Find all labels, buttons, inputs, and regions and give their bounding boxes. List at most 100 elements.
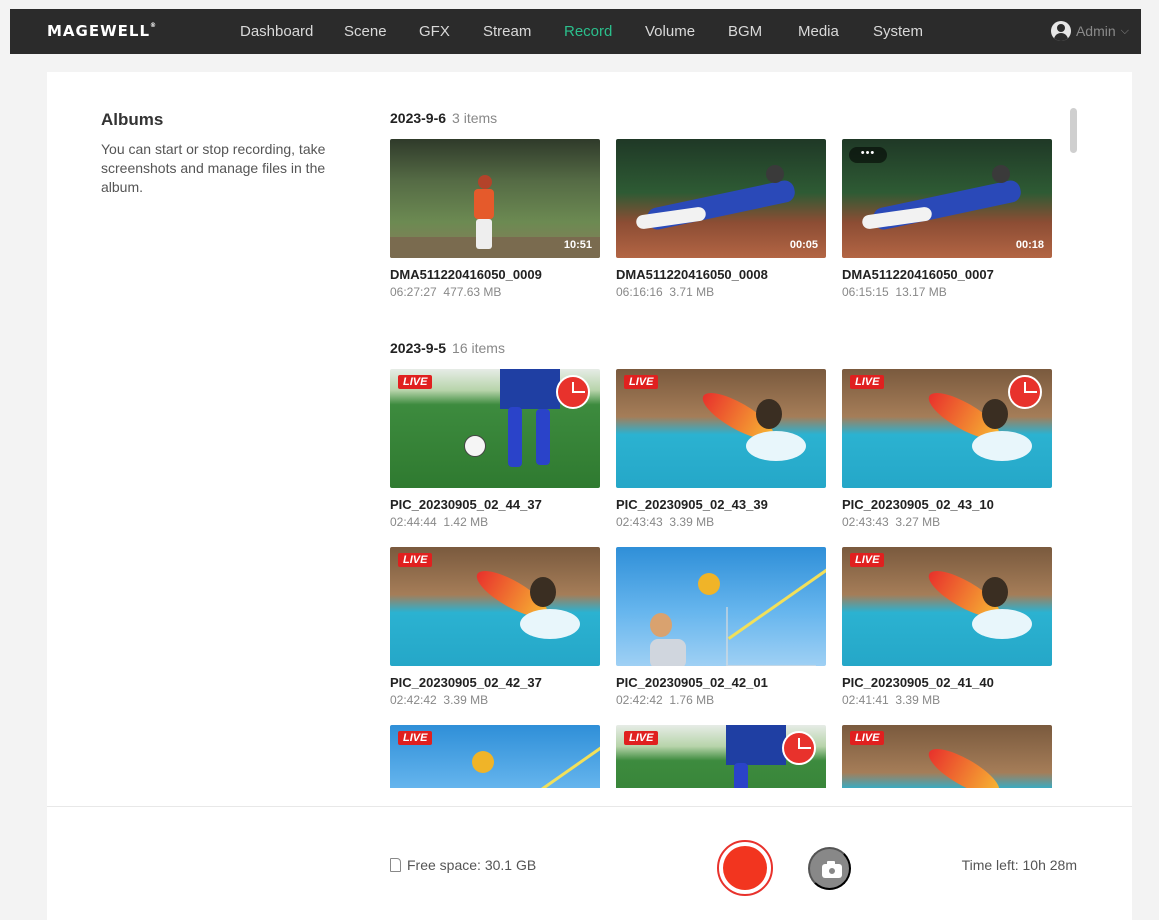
item-meta: 02:42:42 3.39 MB xyxy=(390,693,600,707)
player-leg xyxy=(734,763,748,788)
record-panel: Albums You can start or stop recording, … xyxy=(47,72,1132,920)
item-time: 02:42:42 xyxy=(390,693,437,707)
magewell-logo[interactable]: MAGEWELL® xyxy=(47,22,157,40)
live-badge: LIVE xyxy=(624,731,659,745)
sd-card-icon xyxy=(390,858,401,872)
clock-icon xyxy=(1008,375,1042,409)
group-count: 16 items xyxy=(452,340,505,356)
video-thumbnail[interactable]: ••• 00:18 xyxy=(842,139,1052,258)
item-time: 02:41:41 xyxy=(842,693,889,707)
picture-thumbnail[interactable]: LIVE xyxy=(390,369,600,488)
album-item-picture[interactable]: LIVE xyxy=(616,725,826,788)
camera-body xyxy=(822,864,842,878)
item-meta: 06:27:27 477.63 MB xyxy=(390,285,600,299)
nav-dashboard[interactable]: Dashboard xyxy=(240,23,313,40)
albums-description: You can start or stop recording, take sc… xyxy=(101,141,326,195)
album-item-picture[interactable]: LIVE PIC_20230905_02_41_40 02:41:41 3.39… xyxy=(842,547,1052,707)
logo-text: MAGEWELL xyxy=(47,22,151,40)
record-button[interactable] xyxy=(717,840,773,896)
video-thumbnail[interactable]: 00:05 xyxy=(616,139,826,258)
live-badge: LIVE xyxy=(398,375,433,389)
picture-thumbnail[interactable]: LIVE xyxy=(842,369,1052,488)
item-size: 1.42 MB xyxy=(443,515,489,529)
player-legs xyxy=(476,219,492,249)
albums-title: Albums xyxy=(101,110,164,129)
nav-stream[interactable]: Stream xyxy=(483,23,531,40)
user-avatar-icon xyxy=(1050,21,1071,41)
group-date: 2023-9-5 xyxy=(390,340,447,356)
net-top xyxy=(501,735,600,788)
clock-icon xyxy=(556,375,590,409)
volleyball xyxy=(698,573,720,595)
group-date: 2023-9-6 xyxy=(390,110,447,126)
album-list[interactable]: 2023-9-6 3 items 10:51 DMA511220416050_00… xyxy=(390,102,1070,788)
album-item-picture[interactable]: LIVE PIC_20230905_02_43_39 02:43:43 3.39… xyxy=(616,369,826,529)
item-time: 06:27:27 xyxy=(390,285,437,299)
player-head xyxy=(766,165,784,183)
video-duration: 00:05 xyxy=(789,239,818,251)
album-item-video[interactable]: ••• 00:18 DMA511220416050_0007 06:15:15 … xyxy=(842,139,1052,299)
album-item-picture[interactable]: PIC_20230905_02_42_01 02:42:42 1.76 MB xyxy=(616,547,826,707)
item-time: 02:43:43 xyxy=(842,515,889,529)
screenshot-button[interactable] xyxy=(808,847,851,890)
item-name: PIC_20230905_02_42_37 xyxy=(390,675,542,690)
player-shorts xyxy=(726,725,786,765)
album-item-video[interactable]: 10:51 DMA511220416050_0009 06:27:27 477.… xyxy=(390,139,600,299)
album-item-picture[interactable]: LIVE PIC_20230905_02_42_37 02:42:42 3.39… xyxy=(390,547,600,707)
footer-divider xyxy=(47,806,1132,807)
item-time: 02:42:42 xyxy=(616,693,663,707)
net-mesh xyxy=(726,607,816,666)
picture-thumbnail[interactable]: LIVE xyxy=(616,369,826,488)
album-item-picture[interactable]: LIVE PIC_20230905_02_43_10 02:43:43 3.27… xyxy=(842,369,1052,529)
video-duration: 00:18 xyxy=(1015,239,1044,251)
picture-thumbnail[interactable]: LIVE xyxy=(616,725,826,788)
nav-media[interactable]: Media xyxy=(798,23,839,40)
splash xyxy=(972,431,1032,461)
live-badge: LIVE xyxy=(624,375,659,389)
group-header: 2023-9-5 16 items xyxy=(390,340,505,356)
album-item-picture[interactable]: LIVE xyxy=(842,725,1052,788)
picture-thumbnail[interactable]: LIVE xyxy=(390,725,600,788)
picture-thumbnail[interactable]: LIVE xyxy=(390,547,600,666)
nav-gfx[interactable]: GFX xyxy=(419,23,450,40)
user-menu[interactable]: Admin ⌵ xyxy=(1050,21,1129,41)
item-size: 3.39 MB xyxy=(443,693,489,707)
item-time: 02:43:43 xyxy=(616,515,663,529)
album-item-picture[interactable]: LIVE xyxy=(390,725,600,788)
album-item-video[interactable]: 00:05 DMA511220416050_0008 06:16:16 3.71… xyxy=(616,139,826,299)
nav-system[interactable]: System xyxy=(873,23,923,40)
nav-bgm[interactable]: BGM xyxy=(728,23,762,40)
free-space-text: Free space: 30.1 GB xyxy=(407,857,537,873)
item-size: 13.17 MB xyxy=(895,285,947,299)
surfboard xyxy=(922,740,1006,788)
more-options-button[interactable]: ••• xyxy=(849,147,887,163)
item-size: 3.27 MB xyxy=(895,515,941,529)
group-count: 3 items xyxy=(452,110,498,126)
user-name: Admin xyxy=(1075,23,1116,39)
nav-volume[interactable]: Volume xyxy=(645,23,695,40)
nav-scene[interactable]: Scene xyxy=(344,23,387,40)
item-name: PIC_20230905_02_41_40 xyxy=(842,675,994,690)
video-thumbnail[interactable]: 10:51 xyxy=(390,139,600,258)
surfer xyxy=(982,577,1008,607)
time-left-text: Time left: 10h 28m xyxy=(961,857,1077,873)
volleyball xyxy=(472,751,494,773)
player-head xyxy=(478,175,492,189)
picture-thumbnail[interactable]: LIVE xyxy=(842,725,1052,788)
item-meta: 06:15:15 13.17 MB xyxy=(842,285,1052,299)
picture-thumbnail[interactable] xyxy=(616,547,826,666)
camera-lens xyxy=(828,867,836,875)
chevron-down-icon: ⌵ xyxy=(1120,24,1129,37)
item-meta: 06:16:16 3.71 MB xyxy=(616,285,826,299)
live-badge: LIVE xyxy=(398,553,433,567)
live-badge: LIVE xyxy=(398,731,433,745)
album-scrollbar-thumb[interactable] xyxy=(1070,108,1077,153)
video-duration: 10:51 xyxy=(563,239,592,251)
splash xyxy=(520,609,580,639)
nav-record[interactable]: Record xyxy=(564,23,612,40)
album-item-picture[interactable]: LIVE PIC_20230905_02_44_37 02:44:44 1.42… xyxy=(390,369,600,529)
item-name: PIC_20230905_02_43_39 xyxy=(616,497,768,512)
picture-thumbnail[interactable]: LIVE xyxy=(842,547,1052,666)
clock-icon xyxy=(782,731,816,765)
surfer xyxy=(756,399,782,429)
